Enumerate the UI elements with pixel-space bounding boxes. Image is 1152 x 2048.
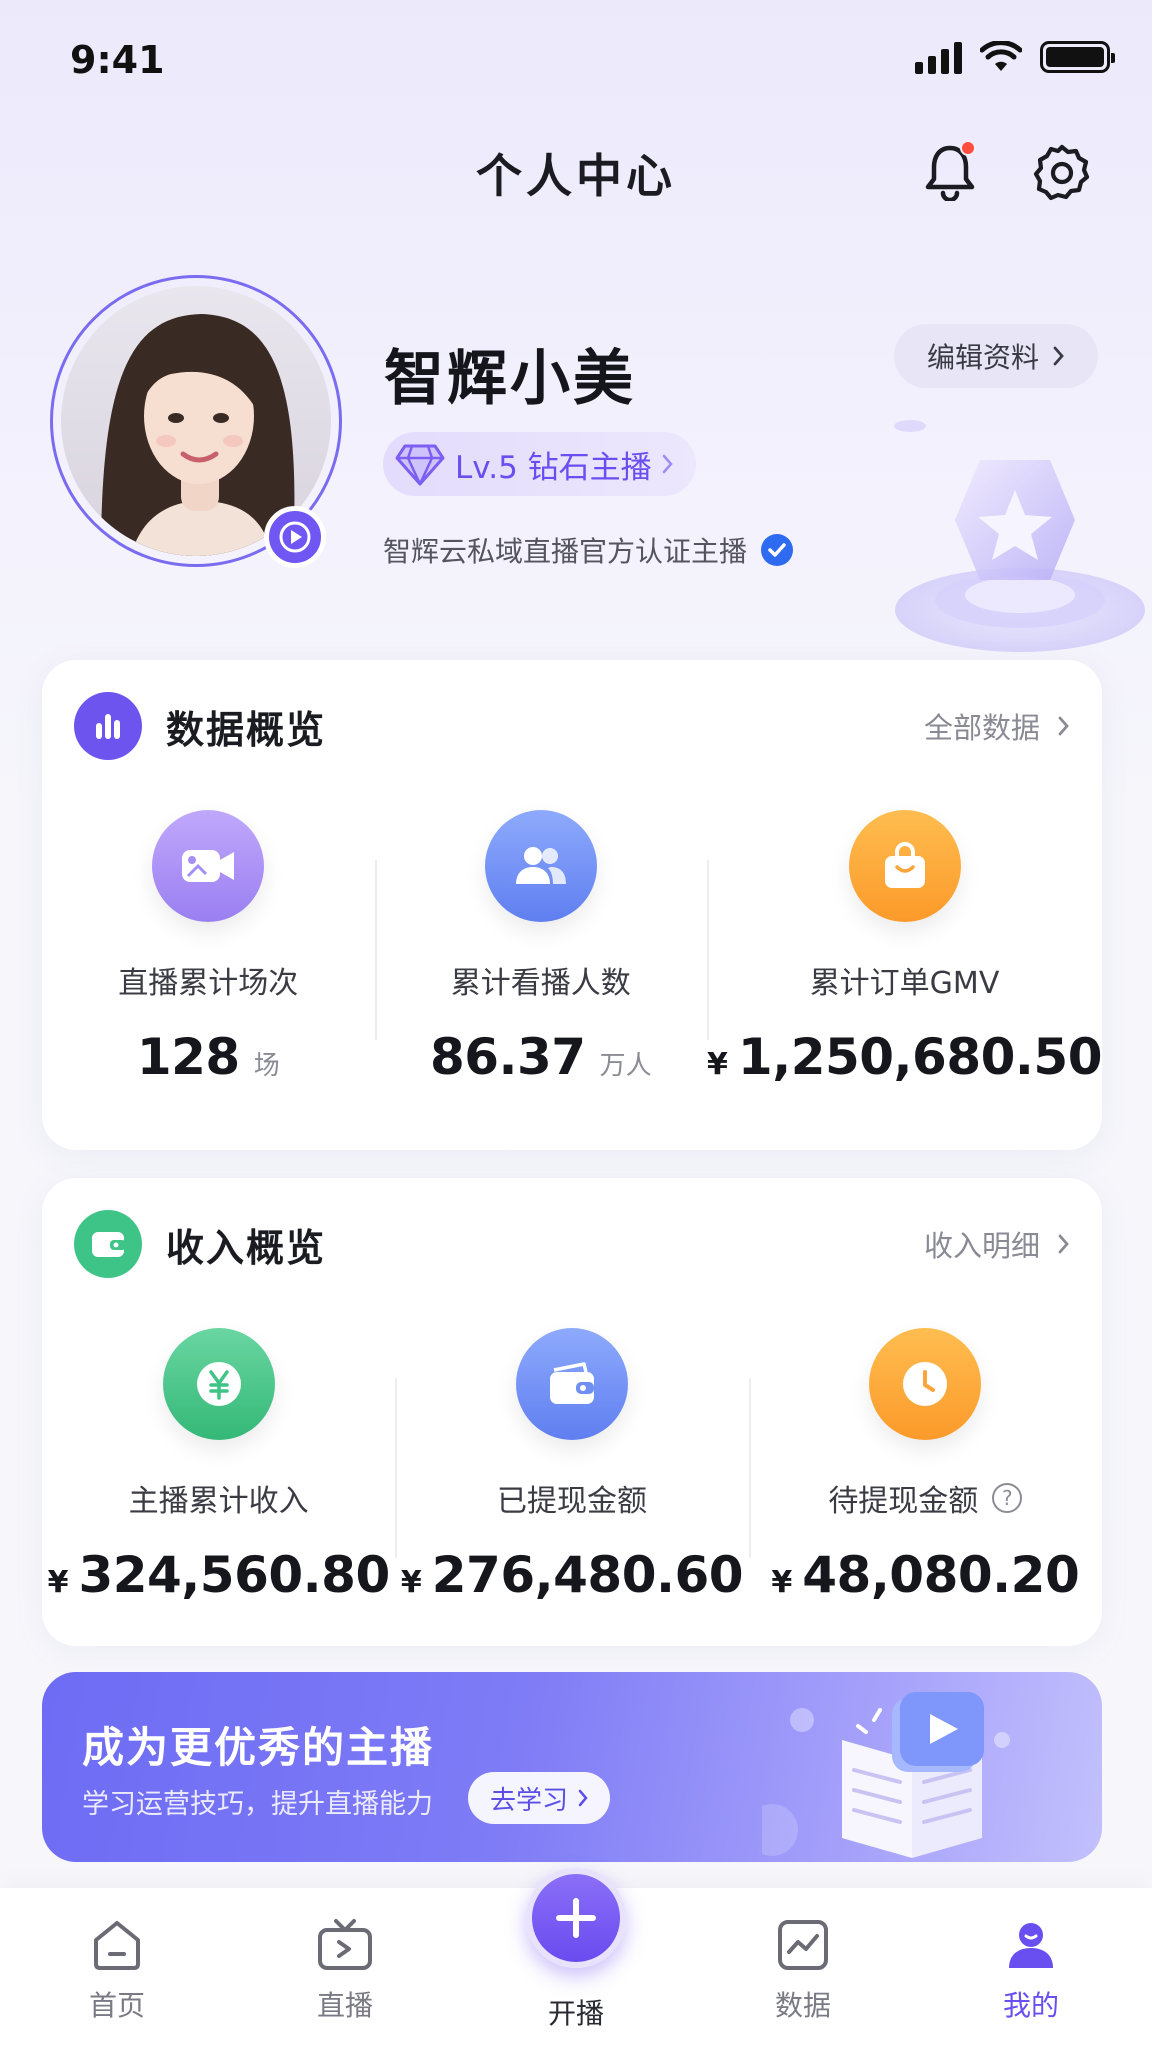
stat-value: 86.37 万人 bbox=[430, 1028, 652, 1086]
wallet-icon bbox=[515, 1328, 628, 1440]
diamond-icon bbox=[395, 444, 445, 486]
income-detail-link[interactable]: 收入明细 bbox=[924, 1223, 1070, 1265]
edit-profile-button[interactable]: 编辑资料 bbox=[894, 324, 1098, 388]
chevron-right-icon bbox=[578, 1789, 588, 1807]
all-data-link[interactable]: 全部数据 bbox=[924, 705, 1070, 747]
currency-symbol: ¥ bbox=[771, 1565, 793, 1600]
go-learn-label: 去学习 bbox=[490, 1785, 569, 1816]
stat-withdrawn[interactable]: 已提现金额 ¥ 276,480.60 bbox=[395, 1328, 748, 1604]
card-title: 收入概览 bbox=[166, 1225, 327, 1270]
tab-data[interactable]: 数据 bbox=[738, 1918, 868, 2024]
stat-viewers[interactable]: 累计看播人数 86.37 万人 bbox=[374, 810, 708, 1086]
tab-label: 我的 bbox=[1002, 1989, 1059, 2022]
chart-icon bbox=[778, 1920, 828, 1970]
battery-icon bbox=[1040, 41, 1115, 73]
currency-symbol: ¥ bbox=[707, 1047, 728, 1082]
notification-dot bbox=[960, 140, 976, 156]
bar-chart-icon bbox=[74, 692, 142, 760]
stat-label: 主播累计收入 bbox=[128, 1484, 309, 1519]
wifi-icon bbox=[980, 41, 1022, 71]
stat-number: 128 bbox=[136, 1028, 240, 1086]
tab-label: 首页 bbox=[88, 1989, 145, 2022]
level-text: Lv.5 钻石主播 bbox=[455, 449, 652, 486]
users-icon bbox=[484, 810, 597, 922]
stat-number: 276,480.60 bbox=[431, 1546, 744, 1604]
data-overview-card: 数据概览 全部数据 直播累计场次 128 场 累计看播人数 86.37 万人 累… bbox=[42, 660, 1103, 1150]
wallet-icon bbox=[74, 1210, 142, 1278]
stat-live-sessions[interactable]: 直播累计场次 128 场 bbox=[42, 810, 375, 1086]
level-badge[interactable]: Lv.5 钻石主播 bbox=[383, 432, 696, 496]
go-learn-button[interactable]: 去学习 bbox=[468, 1772, 611, 1824]
stat-number: 324,560.80 bbox=[78, 1546, 390, 1604]
stat-value: ¥ 324,560.80 bbox=[47, 1546, 391, 1604]
bottom-tab-bar: 首页 直播 开播 数据 我的 bbox=[0, 1868, 1152, 2048]
stat-label: 直播累计场次 bbox=[118, 966, 299, 1001]
user-icon bbox=[1009, 1923, 1053, 1968]
tab-label: 直播 bbox=[316, 1989, 373, 2022]
stat-label: 累计看播人数 bbox=[450, 966, 631, 1001]
currency-symbol: ¥ bbox=[400, 1565, 422, 1600]
verification-line: 智辉云私域直播官方认证主播 bbox=[383, 530, 794, 570]
shopping-bag-icon bbox=[848, 810, 961, 922]
status-icons bbox=[915, 40, 1115, 74]
home-icon bbox=[94, 1921, 140, 1970]
stat-value: ¥ 1,250,680.50 bbox=[707, 1028, 1102, 1086]
stat-label: 已提现金额 bbox=[496, 1484, 647, 1519]
stat-label-row: 待提现金额 ? bbox=[828, 1476, 1023, 1520]
tab-label: 数据 bbox=[774, 1989, 831, 2022]
stat-gmv[interactable]: 累计订单GMV ¥ 1,250,680.50 bbox=[707, 810, 1103, 1086]
start-live-button[interactable] bbox=[526, 1868, 626, 1968]
help-icon[interactable]: ? bbox=[992, 1483, 1023, 1513]
plus-icon bbox=[556, 1898, 596, 1938]
stat-number: 48,080.20 bbox=[802, 1546, 1080, 1604]
stat-label: 待提现金额 bbox=[828, 1484, 979, 1519]
open-book-illustration bbox=[762, 1692, 1010, 1858]
tab-live[interactable]: 直播 bbox=[280, 1918, 410, 2024]
live-badge bbox=[264, 506, 326, 568]
tab-mine[interactable]: 我的 bbox=[966, 1918, 1096, 2024]
signal-icon bbox=[915, 40, 962, 74]
chevron-right-icon bbox=[1053, 346, 1064, 366]
verification-text: 智辉云私域直播官方认证主播 bbox=[383, 535, 748, 568]
play-circle-icon bbox=[279, 521, 311, 553]
chevron-right-icon bbox=[1058, 1234, 1069, 1254]
stat-number: 86.37 bbox=[429, 1028, 586, 1086]
banner-title: 成为更优秀的主播 bbox=[82, 1723, 435, 1772]
stat-total-income[interactable]: 主播累计收入 ¥ 324,560.80 bbox=[42, 1328, 395, 1604]
star-medal-decoration bbox=[894, 420, 1145, 652]
stat-pending[interactable]: 待提现金额 ? ¥ 48,080.20 bbox=[748, 1328, 1102, 1604]
currency-symbol: ¥ bbox=[47, 1565, 69, 1600]
link-label: 收入明细 bbox=[923, 1229, 1040, 1263]
verified-icon bbox=[761, 534, 794, 566]
stat-unit: 场 bbox=[253, 1051, 280, 1081]
tv-icon bbox=[318, 1919, 372, 1970]
card-title: 数据概览 bbox=[166, 707, 327, 752]
notification-button[interactable] bbox=[918, 140, 982, 204]
stat-unit: 万人 bbox=[599, 1051, 652, 1081]
stat-value: 128 场 bbox=[137, 1028, 280, 1086]
tab-label: 开播 bbox=[547, 1997, 604, 2030]
status-time: 9:41 bbox=[70, 38, 165, 82]
stat-value: ¥ 276,480.60 bbox=[400, 1546, 744, 1604]
link-label: 全部数据 bbox=[923, 711, 1040, 745]
banner-subtitle: 学习运营技巧，提升直播能力 bbox=[82, 1789, 433, 1820]
video-camera-icon bbox=[152, 810, 265, 922]
edit-profile-label: 编辑资料 bbox=[926, 341, 1039, 374]
chevron-right-icon bbox=[1058, 716, 1069, 736]
stat-number: 1,250,680.50 bbox=[737, 1028, 1103, 1086]
settings-button[interactable] bbox=[1030, 140, 1094, 204]
tab-home[interactable]: 首页 bbox=[52, 1918, 182, 2024]
yen-coin-icon bbox=[162, 1328, 275, 1440]
income-overview-card: 收入概览 收入明细 主播累计收入 ¥ 324,560.80 已提现金额 ¥ 27… bbox=[42, 1178, 1102, 1646]
gear-icon bbox=[1033, 144, 1090, 201]
stat-value: ¥ 48,080.20 bbox=[771, 1546, 1079, 1604]
chevron-right-icon bbox=[662, 454, 673, 474]
clock-icon bbox=[869, 1328, 982, 1440]
learning-banner[interactable]: 成为更优秀的主播 学习运营技巧，提升直播能力 去学习 bbox=[42, 1672, 1102, 1862]
stat-label: 累计订单GMV bbox=[809, 966, 1000, 1001]
user-name: 智辉小美 bbox=[384, 344, 636, 414]
